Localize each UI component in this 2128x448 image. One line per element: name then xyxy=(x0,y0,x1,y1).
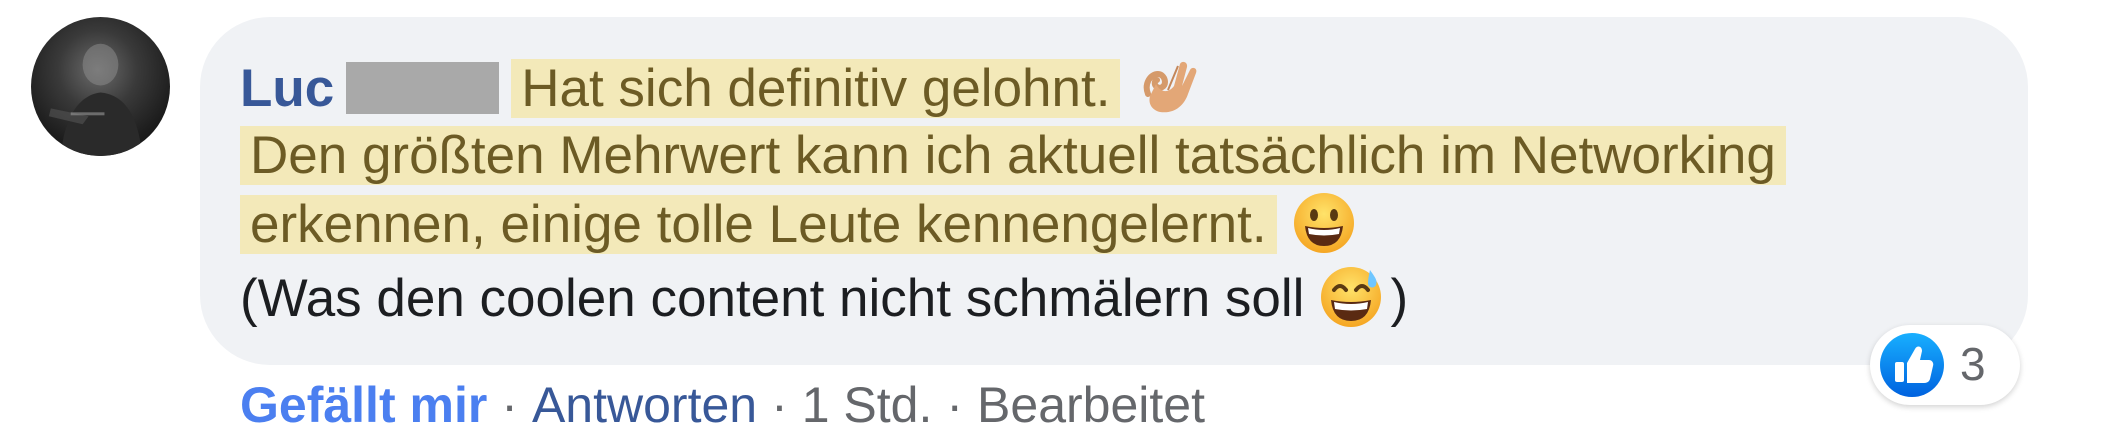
comment-line-4: (Was den coolen content nicht schmälern … xyxy=(240,264,1408,333)
comment-text-highlighted: Den größten Mehrwert kann ich aktuell ta… xyxy=(240,126,1786,185)
avatar[interactable] xyxy=(31,17,170,156)
comment-text-highlighted: Hat sich definitiv gelohnt. xyxy=(511,59,1121,118)
reaction-count: 3 xyxy=(1960,338,1986,390)
profile-photo xyxy=(48,43,143,156)
comment-actions: Gefällt mir · Antworten · 1 Std. · Bearbeitet xyxy=(240,372,1205,438)
separator: · xyxy=(771,377,788,433)
comment-text-highlighted: erkennen, einige tolle Leute kennengeler… xyxy=(240,195,1277,254)
separator: · xyxy=(946,377,964,433)
reply-button[interactable]: Antworten xyxy=(532,377,757,433)
comment-text: (Was den coolen content nicht schmälern … xyxy=(240,269,1305,328)
like-button[interactable]: Gefällt mir xyxy=(240,377,487,433)
ok-hand-emoji-icon xyxy=(1134,54,1200,120)
separator: · xyxy=(501,377,518,433)
comment-line-3: erkennen, einige tolle Leute kennengeler… xyxy=(240,190,1357,259)
comment-line-2: Den größten Mehrwert kann ich aktuell ta… xyxy=(240,122,1786,190)
grinning-sweat-emoji-icon xyxy=(1318,264,1384,330)
like-reaction-icon xyxy=(1880,333,1944,397)
timestamp[interactable]: 1 Std. xyxy=(802,377,933,433)
comment-text-closing: ) xyxy=(1390,269,1409,328)
edited-label[interactable]: Bearbeitet xyxy=(977,377,1205,433)
reaction-summary[interactable]: 3 xyxy=(1870,325,2020,405)
redacted-surname xyxy=(346,62,500,114)
comment-line-1: Luc Hat sich definitiv gelohnt. xyxy=(240,54,1200,123)
author-name[interactable]: Luc xyxy=(240,59,334,118)
grinning-face-emoji-icon xyxy=(1291,190,1357,256)
